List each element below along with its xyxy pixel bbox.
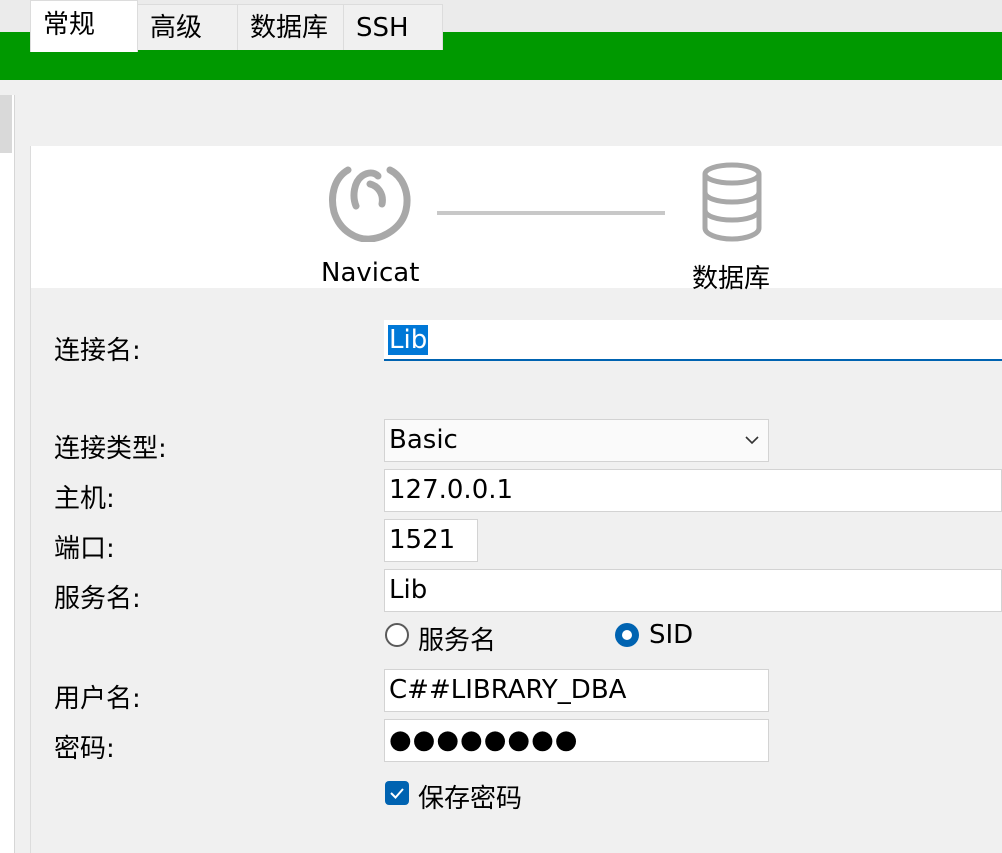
- port-label: 端口:: [54, 534, 115, 564]
- service-name-field[interactable]: Lib: [384, 569, 1002, 612]
- radio-sid-label: SID: [649, 620, 694, 650]
- database-label: 数据库: [692, 264, 771, 294]
- tab-database[interactable]: 数据库: [237, 4, 344, 50]
- connection-type-select[interactable]: Basic: [384, 419, 769, 462]
- host-label: 主机:: [54, 484, 115, 514]
- tab-database-label: 数据库: [250, 13, 329, 43]
- connection-name-field[interactable]: Lib: [384, 320, 1002, 361]
- save-password-checkbox[interactable]: [385, 781, 409, 805]
- tab-ssh[interactable]: SSH: [343, 4, 443, 50]
- host-field[interactable]: 127.0.0.1: [384, 469, 1002, 512]
- tab-general-label: 常规: [43, 10, 96, 40]
- connection-type-value: Basic: [389, 425, 458, 455]
- scrollbar-thumb[interactable]: [0, 95, 12, 153]
- radio-service-name[interactable]: [385, 623, 409, 647]
- radio-service-name-label: 服务名: [418, 626, 497, 656]
- password-label: 密码:: [54, 734, 115, 764]
- navicat-logo-icon: [329, 166, 411, 242]
- navicat-label: Navicat: [321, 258, 420, 288]
- connection-line: [437, 211, 665, 215]
- port-field[interactable]: 1521: [384, 519, 478, 562]
- port-value: 1521: [389, 525, 456, 555]
- tab-ssh-label: SSH: [356, 13, 409, 43]
- connection-banner: [31, 146, 1002, 288]
- password-value: ●●●●●●●●: [389, 725, 579, 755]
- tab-general[interactable]: 常规: [30, 0, 138, 52]
- service-name-value: Lib: [389, 575, 428, 605]
- service-name-label: 服务名:: [54, 584, 141, 614]
- checkmark-icon: [390, 788, 404, 799]
- left-scrollbar[interactable]: [0, 95, 15, 853]
- host-value: 127.0.0.1: [389, 475, 514, 505]
- database-icon: [702, 162, 762, 242]
- chevron-down-icon: [745, 436, 759, 445]
- tab-advanced-label: 高级: [150, 13, 203, 43]
- password-field[interactable]: ●●●●●●●●: [384, 719, 769, 762]
- connection-type-label: 连接类型:: [54, 434, 167, 464]
- connection-name-value: Lib: [388, 325, 429, 355]
- tab-advanced[interactable]: 高级: [137, 4, 238, 50]
- save-password-label: 保存密码: [418, 784, 523, 814]
- username-field[interactable]: C##LIBRARY_DBA: [384, 669, 769, 712]
- username-value: C##LIBRARY_DBA: [389, 675, 627, 705]
- radio-sid[interactable]: [615, 623, 639, 647]
- connection-name-label: 连接名:: [54, 336, 141, 366]
- username-label: 用户名:: [54, 684, 141, 714]
